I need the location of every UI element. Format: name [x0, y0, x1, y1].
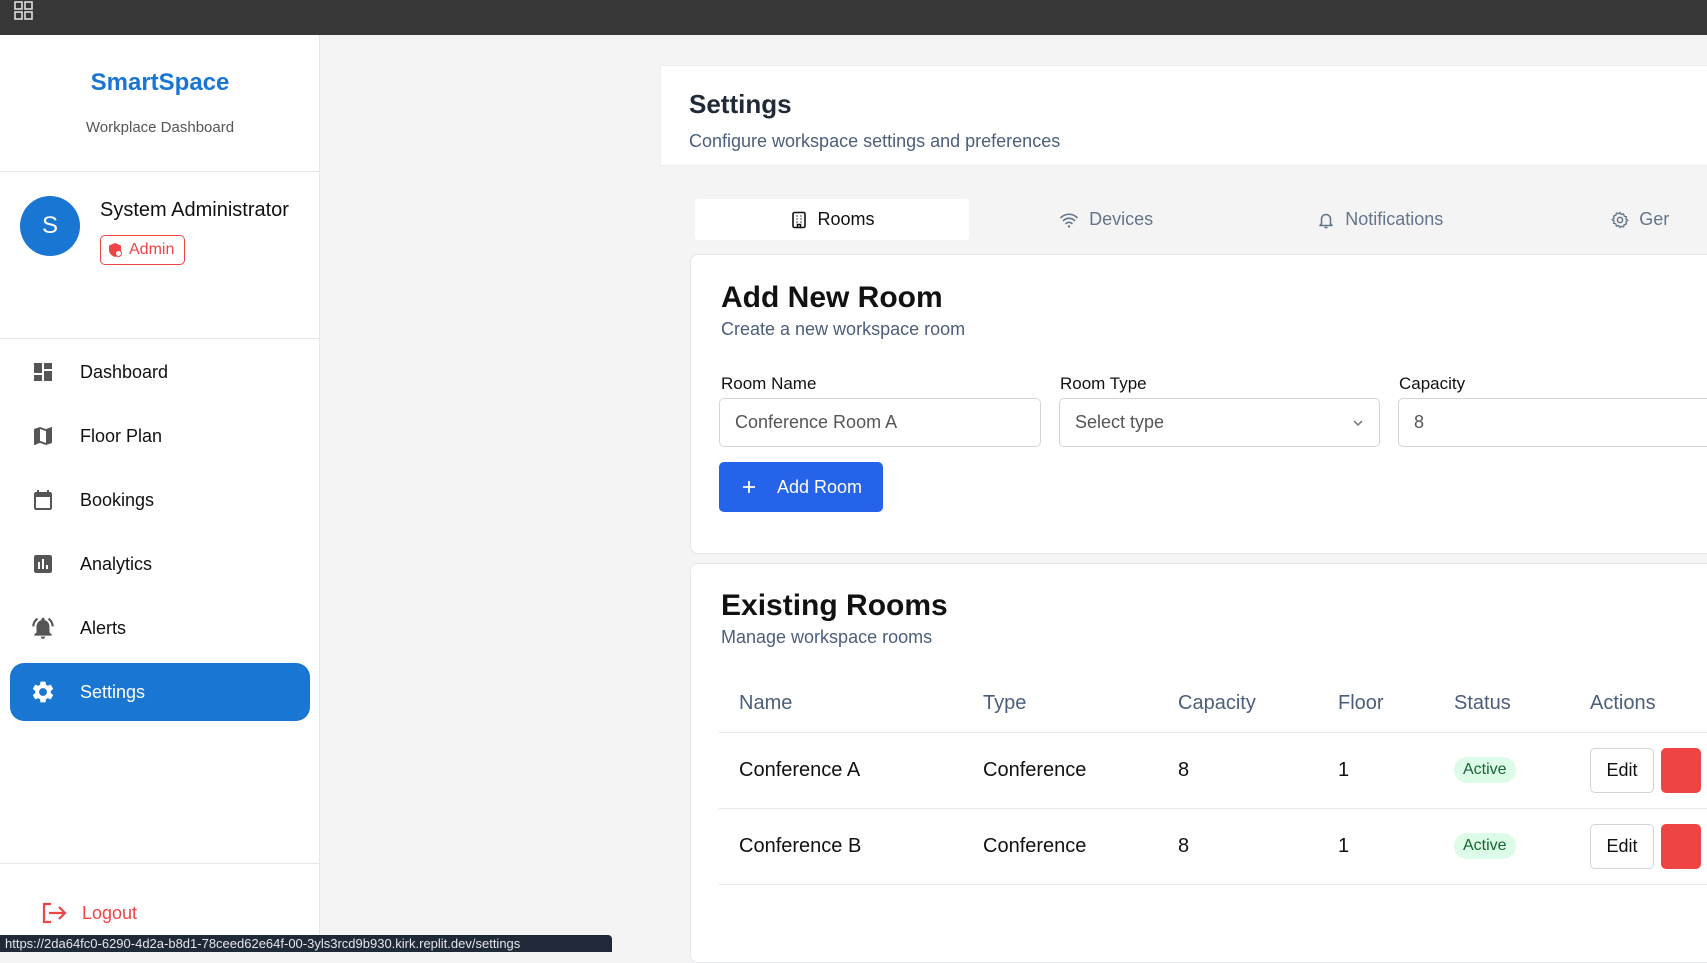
capacity-value: 8 [1414, 412, 1425, 432]
column-header-name: Name [719, 676, 983, 733]
page-header: Settings Configure workspace settings an… [660, 65, 1707, 166]
room-name-placeholder: Conference Room A [735, 412, 898, 432]
tab-devices[interactable]: Devices [969, 199, 1243, 240]
add-room-button[interactable]: Add Room [719, 462, 883, 512]
user-name: System Administrator [100, 199, 289, 221]
logout-button[interactable]: Logout [40, 901, 137, 925]
room-type-cell: Conference [983, 808, 1178, 885]
existing-rooms-title: Existing Rooms [721, 589, 948, 622]
room-name-input[interactable]: Conference Room A [719, 398, 1041, 447]
alarm-bell-icon [30, 615, 56, 641]
role-badge: Admin [100, 235, 186, 265]
column-header-floor: Floor [1338, 676, 1454, 733]
brand: SmartSpace Workplace Dashboard [0, 35, 319, 172]
room-actions-cell: Edit [1590, 808, 1707, 885]
capacity-label: Capacity [1399, 374, 1466, 393]
add-room-label: Add Room [777, 476, 863, 497]
sidebar-item-label: Alerts [80, 617, 127, 638]
existing-rooms-card: Existing Rooms Manage workspace rooms Na… [690, 563, 1707, 963]
tab-general[interactable]: Ger [1517, 199, 1707, 240]
room-capacity-cell: 8 [1178, 732, 1338, 809]
tab-label: Ger [1639, 209, 1670, 229]
room-type-cell: Conference [983, 732, 1178, 809]
sidebar-nav: Dashboard Floor Plan Bookings Analytics … [0, 343, 320, 727]
user-profile: S System Administrator Admin [0, 172, 320, 339]
add-room-subtitle: Create a new workspace room [721, 319, 966, 339]
room-floor-cell: 1 [1338, 732, 1454, 809]
avatar[interactable]: S [20, 196, 80, 256]
room-type-select[interactable]: Select type [1059, 398, 1380, 447]
sidebar-item-label: Settings [80, 681, 146, 702]
tab-rooms[interactable]: Rooms [695, 199, 970, 240]
room-name-cell: Conference A [719, 732, 983, 809]
map-icon [30, 423, 56, 449]
room-status-cell: Active [1454, 732, 1590, 809]
bell-icon [1319, 213, 1334, 228]
settings-tabs: Rooms Devices Notifications Ger [695, 199, 1707, 247]
edit-button[interactable]: Edit [1590, 747, 1654, 793]
edit-button[interactable]: Edit [1590, 823, 1654, 869]
logout-label: Logout [82, 902, 138, 923]
main-content: Settings Configure workspace settings an… [321, 35, 1707, 963]
status-badge: Active [1454, 757, 1516, 783]
room-type-label: Room Type [1060, 374, 1147, 393]
add-room-card: Add New Room Create a new workspace room… [690, 254, 1707, 554]
delete-button[interactable] [1661, 823, 1701, 869]
gear-icon [30, 679, 56, 705]
gear-icon [1611, 211, 1629, 228]
room-actions-cell: Edit [1590, 732, 1707, 809]
sidebar-item-floor-plan[interactable]: Floor Plan [10, 407, 310, 465]
chevron-down-icon [1353, 420, 1363, 427]
column-header-type: Type [983, 676, 1178, 733]
bar-chart-icon [30, 551, 56, 577]
calendar-icon [30, 487, 56, 513]
shield-icon [109, 243, 122, 257]
room-capacity-cell: 8 [1178, 808, 1338, 885]
room-floor-cell: 1 [1338, 808, 1454, 885]
table-row: Conference B Conference 8 1 Active Edit [719, 808, 1707, 885]
sidebar-item-settings[interactable]: Settings [10, 663, 310, 721]
sidebar-item-bookings[interactable]: Bookings [10, 471, 310, 529]
brand-subtitle: Workplace Dashboard [85, 119, 235, 136]
column-header-capacity: Capacity [1178, 676, 1338, 733]
tab-label: Rooms [817, 209, 875, 229]
room-status-cell: Active [1454, 808, 1590, 885]
room-name-cell: Conference B [719, 808, 983, 885]
wifi-icon [1060, 213, 1078, 228]
status-badge: Active [1454, 833, 1516, 859]
table-header-row: Name Type Capacity Floor Status Actions [719, 676, 1707, 733]
add-room-title: Add New Room [721, 281, 943, 314]
column-header-actions: Actions [1590, 676, 1707, 733]
sidebar-item-label: Bookings [80, 489, 155, 510]
sidebar: SmartSpace Workplace Dashboard S System … [0, 35, 320, 952]
rooms-table: Name Type Capacity Floor Status Actions … [719, 676, 1707, 885]
sidebar-item-dashboard[interactable]: Dashboard [10, 343, 310, 401]
room-name-label: Room Name [721, 374, 817, 393]
status-bar-url: https://2da64fc0-6290-4d2a-b8d1-78ceed62… [0, 935, 612, 952]
delete-button[interactable] [1661, 747, 1701, 793]
role-label: Admin [129, 241, 175, 258]
page-title: Settings [689, 89, 792, 119]
dashboard-icon [30, 359, 56, 385]
apps-grid-icon[interactable] [14, 1, 34, 21]
building-icon [791, 211, 806, 228]
brand-name[interactable]: SmartSpace [0, 69, 320, 97]
page-subtitle: Configure workspace settings and prefere… [689, 131, 1061, 151]
sidebar-item-label: Floor Plan [80, 425, 163, 446]
sidebar-item-label: Dashboard [80, 361, 169, 382]
sidebar-item-alerts[interactable]: Alerts [10, 599, 310, 657]
logout-icon [42, 902, 67, 924]
tab-notifications[interactable]: Notifications [1243, 199, 1517, 240]
table-row: Conference A Conference 8 1 Active Edit [719, 732, 1707, 809]
sidebar-item-label: Analytics [80, 553, 153, 574]
browser-top-bar [0, 0, 1707, 35]
existing-rooms-subtitle: Manage workspace rooms [721, 627, 933, 647]
room-type-placeholder: Select type [1075, 412, 1165, 432]
tab-label: Devices [1089, 209, 1154, 229]
plus-icon [743, 481, 755, 493]
column-header-status: Status [1454, 676, 1590, 733]
tab-label: Notifications [1345, 209, 1444, 229]
sidebar-item-analytics[interactable]: Analytics [10, 535, 310, 593]
capacity-input[interactable]: 8 [1398, 398, 1707, 447]
